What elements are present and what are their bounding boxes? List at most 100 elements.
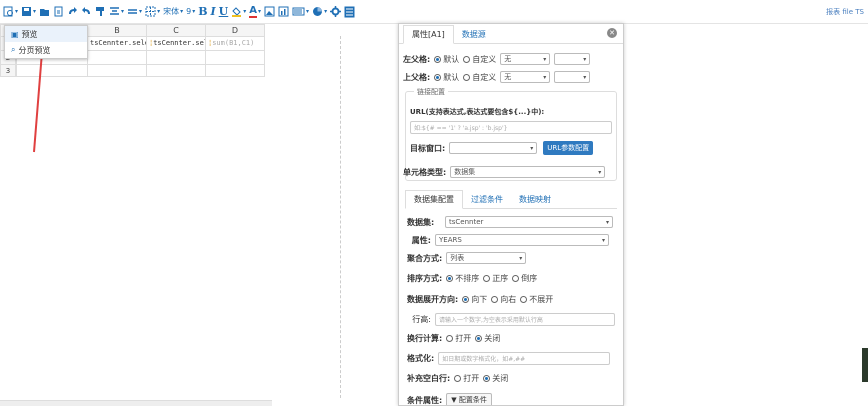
expand-none-label: 不展开 bbox=[529, 295, 554, 304]
menu-item-page-preview[interactable]: ⌕ 分页预览 bbox=[5, 42, 87, 58]
undo-icon bbox=[82, 7, 91, 14]
close-icon[interactable]: ✕ bbox=[607, 28, 617, 38]
left-parent-custom-radio[interactable]: 自定义 bbox=[463, 54, 496, 65]
cell-b3[interactable] bbox=[87, 64, 147, 77]
top-parent-default-radio[interactable]: 默认 bbox=[434, 72, 459, 83]
top-parent-select[interactable]: 无 ▾ bbox=[500, 71, 551, 83]
open-folder-button[interactable] bbox=[39, 3, 50, 21]
toolbar: ▾ ▾ ▾ ▾ ▾ 宋体 ▾ 9 ▾ B I U ▾ A ▾ ▾ ▾ 报表 fi… bbox=[0, 0, 868, 24]
left-parent-default-radio[interactable]: 默认 bbox=[434, 54, 459, 65]
underline-label: U bbox=[218, 5, 229, 18]
cell-b2[interactable] bbox=[87, 50, 147, 65]
format-painter-button[interactable] bbox=[95, 3, 106, 21]
target-window-select[interactable]: ▾ bbox=[449, 142, 538, 154]
cell-c1[interactable]: ¦tsCennter.selec bbox=[146, 36, 206, 51]
row-header-3[interactable]: 3 bbox=[0, 64, 16, 77]
tab-filter-conditions[interactable]: 过滤条件 bbox=[463, 191, 511, 208]
image-button[interactable] bbox=[264, 3, 275, 21]
left-parent-select[interactable]: 无 ▾ bbox=[500, 53, 551, 65]
fill-blank-row: 补充空白行: 打开 关闭 bbox=[407, 373, 512, 384]
import-button[interactable] bbox=[53, 3, 64, 21]
cell-a3[interactable] bbox=[16, 64, 88, 77]
row-height-input[interactable]: 请输入一个数字,为空表示采用默认行高 bbox=[435, 313, 615, 326]
dataset-row: 数据集: tsCennter ▾ bbox=[407, 216, 613, 228]
expand-right-radio[interactable]: 向右 bbox=[491, 294, 516, 305]
cell-type-select[interactable]: 数据集 ▾ bbox=[450, 166, 606, 178]
cell-d1[interactable]: ¦sum(B1,C1) bbox=[205, 36, 265, 51]
wrap-off-radio[interactable]: 关闭 bbox=[475, 333, 500, 344]
target-row: 目标窗口: ▾ URL参数配置 bbox=[410, 141, 594, 155]
format-input[interactable]: 如日期或数字格式化，如#,## bbox=[438, 352, 611, 365]
top-parent-select-value: 无 bbox=[504, 73, 512, 81]
chevron-down-icon: ▾ bbox=[601, 236, 605, 244]
url-input[interactable]: 如:${# == '1' ? 'a.jsp' : 'b.jsp'} bbox=[410, 121, 612, 134]
preview-menu-button[interactable]: ▾ bbox=[3, 3, 18, 21]
sort-asc-radio[interactable]: 正序 bbox=[483, 273, 508, 284]
font-size-select[interactable]: 9 ▾ bbox=[186, 3, 195, 21]
valign-button[interactable]: ▾ bbox=[127, 3, 142, 21]
border-button[interactable]: ▾ bbox=[145, 3, 160, 21]
configure-condition-button[interactable]: ▼ 配置条件 bbox=[446, 393, 492, 405]
row-height-row: 行高: 请输入一个数字,为空表示采用默认行高 bbox=[407, 313, 615, 326]
panel-icon bbox=[344, 6, 355, 17]
italic-button[interactable]: I bbox=[211, 3, 216, 21]
cell-b1[interactable]: tsCennter.selec bbox=[87, 36, 147, 51]
fill-blank-label: 补充空白行: bbox=[407, 374, 451, 383]
configure-condition-label: 配置条件 bbox=[458, 396, 487, 404]
top-parent-custom-radio[interactable]: 自定义 bbox=[463, 72, 496, 83]
chart-button[interactable] bbox=[278, 3, 289, 21]
redo-button[interactable] bbox=[67, 3, 78, 21]
cell-d3[interactable] bbox=[205, 64, 265, 77]
aggregate-select[interactable]: 列表 ▾ bbox=[446, 252, 527, 264]
format-row: 格式化: 如日期或数字格式化，如#,## bbox=[407, 352, 611, 365]
valign-icon bbox=[128, 9, 138, 14]
tab-dataset-config[interactable]: 数据集配置 bbox=[405, 190, 463, 209]
side-widget[interactable] bbox=[862, 348, 868, 382]
barcode-icon bbox=[292, 7, 305, 16]
dataset-value: tsCennter bbox=[449, 218, 484, 226]
cell-c2[interactable] bbox=[146, 50, 206, 65]
image-icon bbox=[264, 6, 275, 17]
menu-item-preview[interactable]: ▣ 预览 bbox=[5, 26, 87, 42]
align-button[interactable]: ▾ bbox=[109, 3, 124, 21]
expand-down-radio[interactable]: 向下 bbox=[462, 294, 487, 305]
tab-properties[interactable]: 属性[A1] bbox=[403, 25, 454, 44]
left-parent-default-label: 默认 bbox=[443, 54, 460, 64]
undo-button[interactable] bbox=[81, 3, 92, 21]
top-parent-label: 上父格: bbox=[403, 72, 431, 82]
attribute-select[interactable]: YEARS ▾ bbox=[435, 234, 609, 246]
fill-blank-on-radio[interactable]: 打开 bbox=[454, 373, 479, 384]
tab-datasource[interactable]: 数据源 bbox=[454, 26, 494, 43]
report-file-link[interactable]: 报表 file TS bbox=[826, 7, 864, 17]
aggregate-value: 列表 bbox=[450, 254, 465, 262]
left-parent-select-2[interactable]: ▾ bbox=[554, 53, 591, 65]
save-button[interactable]: ▾ bbox=[21, 3, 36, 21]
wrap-on-radio[interactable]: 打开 bbox=[446, 333, 471, 344]
properties-panel-button[interactable] bbox=[344, 3, 355, 21]
fill-color-button[interactable]: ▾ bbox=[231, 3, 246, 21]
cell-c3[interactable] bbox=[146, 64, 206, 77]
settings-button[interactable] bbox=[330, 3, 342, 21]
top-parent-select-2[interactable]: ▾ bbox=[554, 71, 591, 83]
wrap-row: 换行计算: 打开 关闭 bbox=[407, 333, 504, 344]
barcode-button[interactable]: ▾ bbox=[292, 3, 309, 21]
cell-d2[interactable] bbox=[205, 50, 265, 65]
horizontal-scrollbar[interactable] bbox=[0, 400, 272, 406]
cell-d1-text: sum(B1,C1) bbox=[212, 39, 255, 47]
search-icon: ⌕ bbox=[11, 45, 16, 54]
font-family-select[interactable]: 宋体 ▾ bbox=[163, 3, 183, 21]
sort-none-radio[interactable]: 不排序 bbox=[446, 273, 479, 284]
dataset-select[interactable]: tsCennter ▾ bbox=[445, 216, 613, 228]
expand-right-label: 向右 bbox=[500, 295, 517, 304]
tab-data-mapping[interactable]: 数据映射 bbox=[511, 191, 559, 208]
chevron-down-icon: ▾ bbox=[519, 254, 523, 262]
expand-none-radio[interactable]: 不展开 bbox=[520, 294, 553, 305]
pie-chart-button[interactable]: ▾ bbox=[312, 3, 327, 21]
menu-item-page-preview-label: 分页预览 bbox=[18, 45, 51, 55]
font-color-button[interactable]: A ▾ bbox=[249, 3, 261, 21]
bold-button[interactable]: B bbox=[198, 3, 207, 21]
underline-button[interactable]: U bbox=[219, 3, 229, 21]
url-param-config-button[interactable]: URL参数配置 bbox=[543, 141, 594, 155]
fill-blank-off-radio[interactable]: 关闭 bbox=[483, 373, 508, 384]
sort-desc-radio[interactable]: 倒序 bbox=[512, 273, 537, 284]
